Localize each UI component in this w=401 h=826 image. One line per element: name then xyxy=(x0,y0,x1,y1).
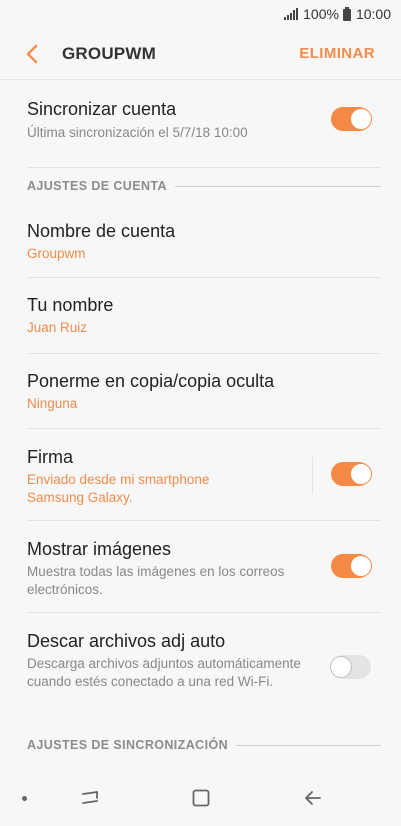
signature-row[interactable]: Firma Enviado desde mi smartphone Samsun… xyxy=(27,429,381,521)
account-name-value: Groupwm xyxy=(27,246,86,261)
sync-account-sub: Última sincronización el 5/7/18 10:00 xyxy=(27,125,248,140)
show-images-label: Mostrar imágenes xyxy=(27,539,172,559)
auto-download-label: Descar archivos adj auto xyxy=(27,631,226,651)
nav-dot-indicator xyxy=(22,796,27,801)
auto-download-sub: Descarga archivos adjuntos automáticamen… xyxy=(27,656,301,689)
delete-button[interactable]: ELIMINAR xyxy=(299,45,375,62)
your-name-row[interactable]: Tu nombre Juan Ruiz xyxy=(27,278,381,354)
battery-icon xyxy=(342,7,351,21)
your-name-label: Tu nombre xyxy=(27,295,114,315)
account-name-label: Nombre de cuenta xyxy=(27,221,176,241)
page-title: GROUPWM xyxy=(62,44,156,63)
sync-account-row[interactable]: Sincronizar cuenta Última sincronización… xyxy=(27,80,381,168)
section-divider xyxy=(174,185,381,187)
recents-icon[interactable] xyxy=(80,788,100,808)
settings-list: Sincronizar cuenta Última sincronización… xyxy=(0,80,401,767)
back-arrow-icon[interactable] xyxy=(303,788,323,808)
battery-percentage: 100% xyxy=(303,6,339,22)
signal-icon xyxy=(284,8,299,20)
sync-account-toggle[interactable] xyxy=(331,107,372,131)
toggle-knob xyxy=(330,656,352,678)
home-icon[interactable] xyxy=(191,788,211,808)
signature-toggle[interactable] xyxy=(331,462,372,486)
status-bar: 100% 10:00 xyxy=(0,0,401,28)
cc-bcc-label: Ponerme en copia/copia oculta xyxy=(27,371,275,391)
signature-label: Firma xyxy=(27,447,73,467)
cc-bcc-row[interactable]: Ponerme en copia/copia oculta Ninguna xyxy=(27,354,381,429)
show-images-toggle[interactable] xyxy=(331,554,372,578)
section-header-account-label: AJUSTES DE CUENTA xyxy=(27,179,167,193)
account-name-row[interactable]: Nombre de cuenta Groupwm xyxy=(27,204,381,278)
auto-download-row[interactable]: Descar archivos adj auto Descarga archiv… xyxy=(27,613,381,723)
section-divider xyxy=(236,744,381,746)
toggle-knob xyxy=(350,108,372,130)
chevron-left-icon[interactable] xyxy=(22,43,44,65)
your-name-value: Juan Ruiz xyxy=(27,320,88,335)
clock: 10:00 xyxy=(355,6,391,22)
section-header-sync: AJUSTES DE SINCRONIZACIÓN xyxy=(27,723,381,767)
navigation-bar xyxy=(0,770,401,826)
toggle-knob xyxy=(350,555,372,577)
signature-value: Enviado desde mi smartphone Samsung Gala… xyxy=(27,472,210,505)
show-images-row[interactable]: Mostrar imágenes Muestra todas las imáge… xyxy=(27,521,381,613)
show-images-sub: Muestra todas las imágenes en los correo… xyxy=(27,564,285,597)
section-header-account: AJUSTES DE CUENTA xyxy=(27,168,381,204)
signature-divider xyxy=(312,457,313,493)
app-bar: GROUPWM ELIMINAR xyxy=(0,28,401,80)
section-header-sync-label: AJUSTES DE SINCRONIZACIÓN xyxy=(27,738,228,752)
cc-bcc-value: Ninguna xyxy=(27,396,78,411)
sync-account-label: Sincronizar cuenta xyxy=(27,99,177,119)
toggle-knob xyxy=(350,463,372,485)
auto-download-toggle[interactable] xyxy=(330,655,371,679)
